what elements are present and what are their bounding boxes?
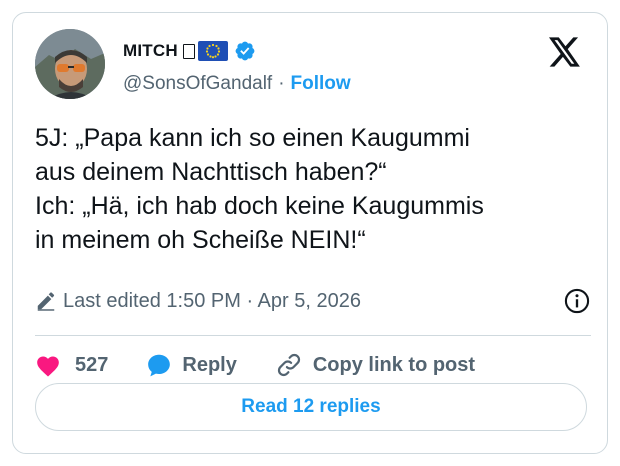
tweet-meta-row: Last edited 1:50 PM · Apr 5, 2026	[35, 287, 591, 315]
reply-label: Reply	[182, 353, 237, 376]
author-handle[interactable]: @SonsOfGandalf	[123, 73, 272, 95]
info-icon[interactable]	[563, 287, 591, 315]
author-handle-row: @SonsOfGandalf · Follow	[123, 73, 351, 95]
pencil-icon	[37, 292, 55, 311]
read-replies-button[interactable]: Read 12 replies	[35, 383, 587, 431]
x-logo-icon[interactable]	[549, 37, 581, 67]
author-display-name[interactable]: MITCH	[123, 41, 178, 61]
like-count: 527	[75, 353, 109, 376]
copy-link-label: Copy link to post	[312, 353, 476, 376]
eu-flag-icon	[197, 41, 228, 61]
verified-badge-icon[interactable]	[234, 40, 256, 62]
heart-icon	[37, 356, 59, 377]
link-icon	[277, 353, 300, 377]
copy-link-button[interactable]: Copy link to post	[275, 351, 475, 379]
separator-dot: ·	[278, 73, 285, 94]
author-name-row[interactable]: MITCH	[123, 39, 256, 63]
tweet-embed-card: MITCH @SonsOfGandalf · Follow 5J: „Papa …	[12, 12, 608, 454]
avatar-image	[35, 29, 105, 99]
tweet-actions: 527 Reply Copy link to post	[35, 347, 513, 383]
like-button[interactable]: 527	[35, 353, 108, 377]
follow-button[interactable]: Follow	[291, 73, 351, 95]
last-edited-timestamp[interactable]: Last edited 1:50 PM · Apr 5, 2026	[63, 290, 361, 313]
missing-glyph-box-icon	[182, 43, 195, 59]
avatar[interactable]	[35, 29, 105, 99]
divider	[35, 335, 591, 336]
read-replies-label: Read 12 replies	[241, 396, 381, 417]
tweet-text: 5J: „Papa kann ich so einen Kaugummi aus…	[35, 124, 484, 254]
reply-bubble-icon	[148, 354, 171, 377]
reply-button[interactable]: Reply	[146, 352, 237, 378]
